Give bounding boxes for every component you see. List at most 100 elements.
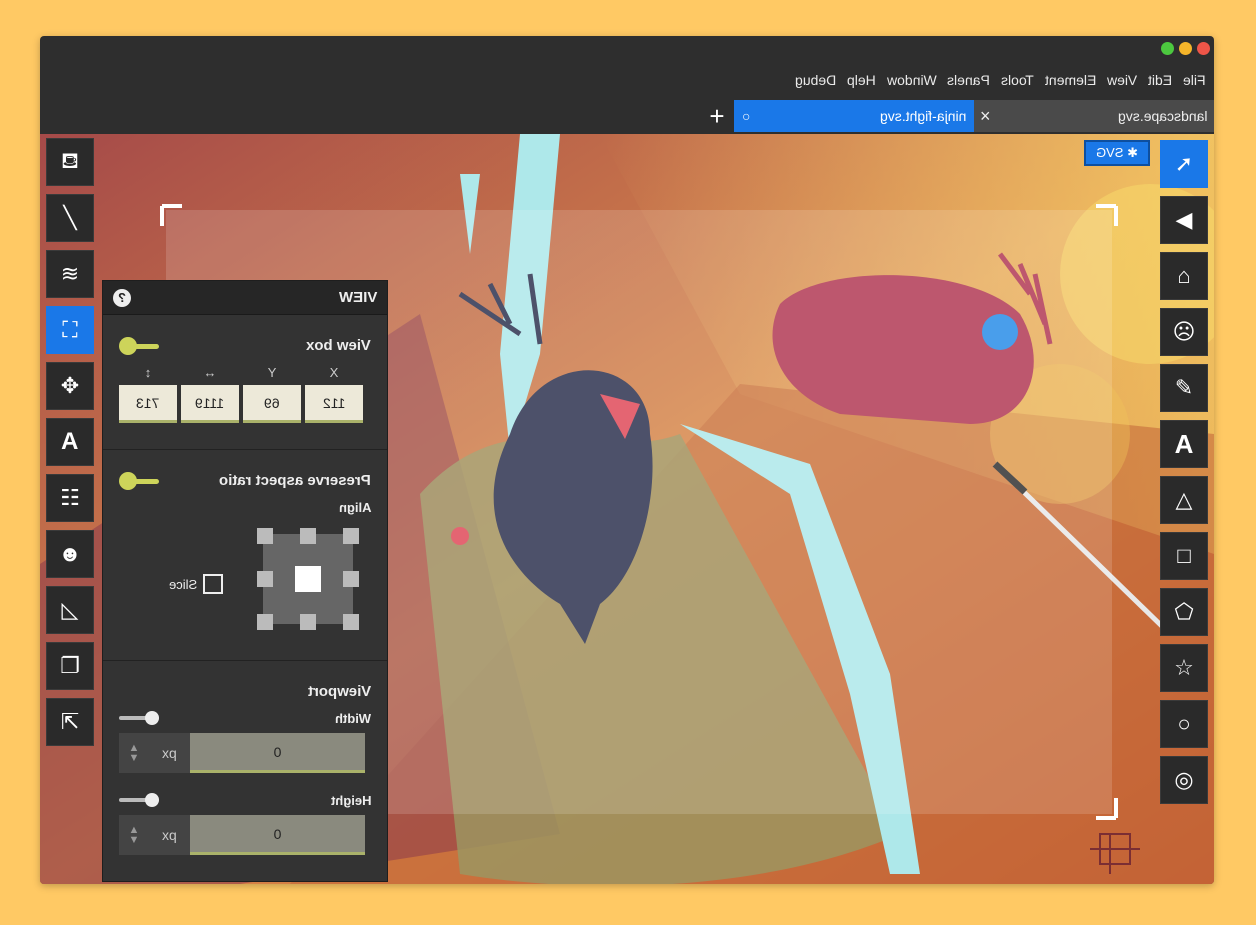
slice-label: Slice (169, 576, 198, 592)
pentagon-tool[interactable]: ⬠ (1160, 588, 1208, 636)
title-bar (40, 36, 1214, 62)
move-tool[interactable]: ✥ (46, 362, 94, 410)
face-tool[interactable]: ☹ (1160, 308, 1208, 356)
width-header: ↔ (203, 365, 217, 380)
select-tool[interactable]: ➚ (1160, 140, 1208, 188)
tab-landscape[interactable]: × landscape.svg (974, 100, 1214, 132)
height-label: Height (330, 793, 371, 808)
width-slider[interactable] (119, 711, 161, 725)
svg-badge[interactable]: ✱ SVG (1084, 140, 1150, 166)
right-toolbar: ➚ ◀ ⌂ ☹ ✎ A △ □ ⬠ ☆ ○ ◎ (1160, 140, 1208, 812)
ring-tool[interactable]: ◎ (1160, 756, 1208, 804)
align-center[interactable] (295, 566, 321, 592)
menu-debug[interactable]: Debug (795, 72, 836, 88)
brush-tool[interactable]: ╲ (46, 194, 94, 242)
paint-bucket-icon: ⛾ (61, 147, 79, 173)
pencil-tool[interactable]: ✎ (1160, 364, 1208, 412)
star-icon: ☆ (1174, 655, 1194, 680)
circle-tool[interactable]: ○ (1160, 700, 1208, 748)
menu-help[interactable]: Help (847, 72, 876, 88)
aspect-section: Preserve aspect ratio Align Slice (103, 450, 387, 661)
paint-bucket-tool[interactable]: ⛾ (46, 138, 94, 186)
text-tool[interactable]: A (1160, 420, 1208, 468)
typography-icon: A (61, 428, 79, 455)
help-icon[interactable]: ? (113, 288, 131, 307)
rectangle-tool[interactable]: □ (1160, 532, 1208, 580)
ruler-tool[interactable]: ◺ (46, 586, 94, 634)
width-input[interactable]: 0 (190, 733, 365, 773)
text-icon: A (1174, 428, 1194, 459)
tab-ninja-fight[interactable]: ○ ninja-fight.svg (734, 100, 974, 132)
viewbox-y-input[interactable]: 69 (243, 385, 301, 423)
align-middle-left[interactable] (257, 571, 273, 587)
arrange-tool[interactable]: ❐ (46, 642, 94, 690)
move-icon: ✥ (60, 373, 80, 398)
menu-window[interactable]: Window (887, 72, 937, 88)
slice-option[interactable]: Slice (169, 574, 224, 594)
slice-checkbox[interactable] (203, 574, 224, 594)
plus-icon: + (709, 100, 725, 131)
menu-panels[interactable]: Panels (947, 72, 990, 88)
menu-element[interactable]: Element (1045, 72, 1096, 88)
star-tool[interactable]: ☆ (1160, 644, 1208, 692)
width-label: Width (335, 711, 371, 726)
menu-tools[interactable]: Tools (1001, 72, 1034, 88)
viewbox-width-input[interactable]: 1119 (181, 385, 239, 423)
height-input[interactable]: 0 (190, 815, 365, 855)
list-tool[interactable]: ☷ (46, 474, 94, 522)
export-tool[interactable]: ⇱ (46, 698, 94, 746)
direct-select-tool[interactable]: ◀ (1160, 196, 1208, 244)
ring-icon: ◎ (1174, 767, 1194, 792)
triangle-icon: △ (1175, 487, 1193, 512)
panel-title: VIEW (338, 289, 377, 306)
width-unit: px (162, 745, 177, 761)
align-top-right[interactable] (343, 528, 359, 544)
viewbox-height-input[interactable]: 713 (119, 385, 177, 423)
viewbox-values: 713 1119 69 112 (119, 385, 363, 423)
close-tab-icon[interactable]: × (980, 106, 991, 127)
view-tool[interactable]: ⛶ (46, 306, 94, 354)
align-top-left[interactable] (257, 528, 273, 544)
new-tab-button[interactable]: + (700, 100, 734, 132)
node-icon: ⌂ (1177, 263, 1191, 288)
drawing-canvas[interactable]: ✱ SVG ⛾ ╲ ≋ ⛶ ✥ A ☷ ☻ ◺ ❐ ⇱ ➚ ◀ ⌂ ☹ ✎ A … (40, 134, 1214, 884)
tab-label: ninja-fight.svg (879, 108, 966, 124)
view-panel: ? VIEW View box ↕ ↔ Y X 713 1119 69 112 (102, 280, 388, 882)
width-field[interactable]: ▲ ▼ px 0 (119, 733, 365, 773)
height-stepper[interactable]: ▲ ▼ (119, 815, 149, 855)
align-bottom-right[interactable] (343, 614, 359, 630)
viewbox-section: View box ↕ ↔ Y X 713 1119 69 112 (103, 315, 387, 450)
triangle-tool[interactable]: △ (1160, 476, 1208, 524)
maximize-button[interactable] (1161, 42, 1174, 55)
close-window-button[interactable] (1197, 42, 1210, 55)
viewbox-toggle[interactable] (119, 337, 159, 355)
menu-view[interactable]: View (1107, 72, 1137, 88)
mask-tool[interactable]: ☻ (46, 530, 94, 578)
menu-file[interactable]: File (1183, 72, 1206, 88)
menu-edit[interactable]: Edit (1148, 72, 1172, 88)
unsaved-dot-icon[interactable]: ○ (742, 108, 750, 124)
align-top-center[interactable] (300, 528, 316, 544)
height-field[interactable]: ▲ ▼ px 0 (119, 815, 365, 855)
width-stepper[interactable]: ▲ ▼ (119, 733, 149, 773)
align-bottom-left[interactable] (257, 614, 273, 630)
ruler-triangle-icon: ◺ (61, 597, 79, 622)
node-tool[interactable]: ⌂ (1160, 252, 1208, 300)
minimize-button[interactable] (1179, 42, 1192, 55)
align-middle-right[interactable] (343, 571, 359, 587)
aspect-toggle[interactable] (119, 472, 159, 490)
pencil-icon: ✎ (1174, 375, 1194, 400)
align-bottom-center[interactable] (300, 614, 316, 630)
app-window: Debug Help Window Panels Tools Element V… (40, 36, 1214, 884)
viewport-title: Viewport (307, 683, 371, 700)
typography-tool[interactable]: A (46, 418, 94, 466)
height-header: ↕ (144, 365, 152, 380)
height-slider[interactable] (119, 793, 161, 807)
viewbox-x-input[interactable]: 112 (305, 385, 363, 423)
layers-icon: ≋ (60, 261, 80, 286)
left-toolbar: ⛾ ╲ ≋ ⛶ ✥ A ☷ ☻ ◺ ❐ ⇱ (46, 138, 94, 754)
layers-tool[interactable]: ≋ (46, 250, 94, 298)
aspect-title: Preserve aspect ratio (219, 472, 371, 489)
list-grid-icon: ☷ (60, 485, 80, 510)
align-label: Align (338, 500, 372, 515)
